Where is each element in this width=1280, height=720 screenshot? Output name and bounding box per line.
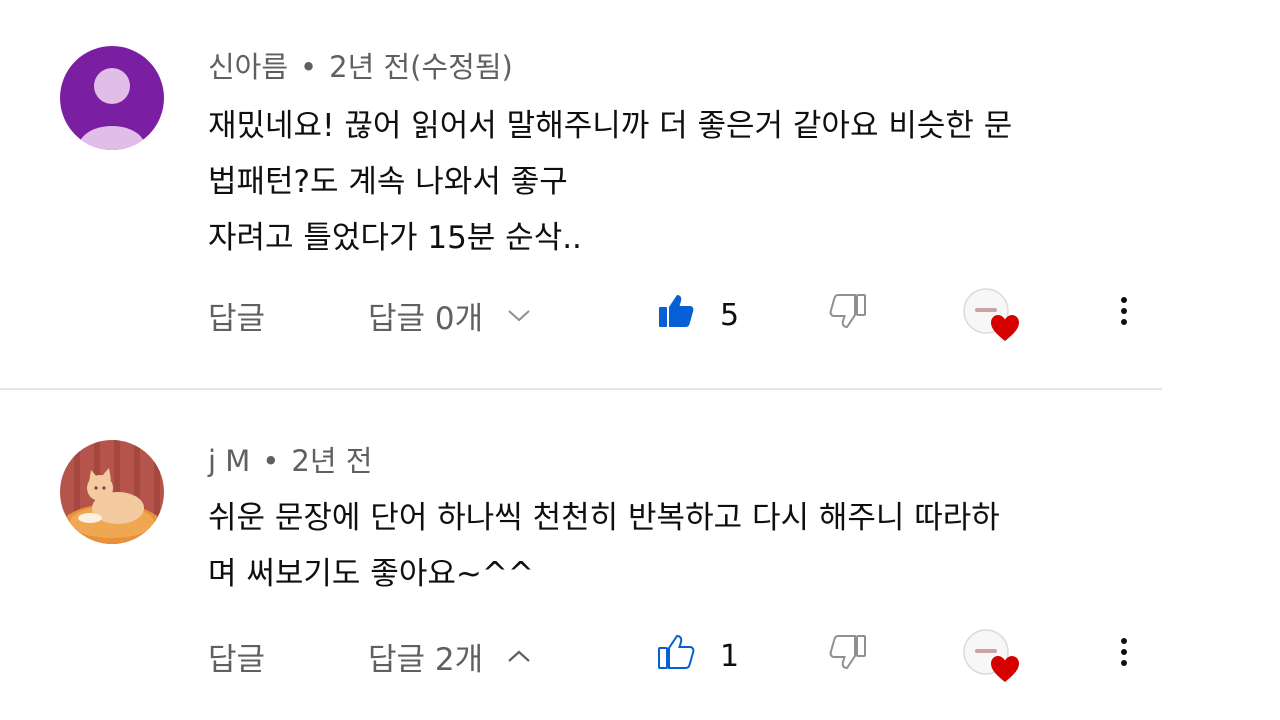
heart-icon bbox=[963, 629, 1019, 682]
more-actions-button[interactable] bbox=[1112, 285, 1136, 345]
cat-photo-icon bbox=[60, 440, 164, 544]
separator-dot: • bbox=[262, 444, 280, 478]
comment-line: 자려고 틀었다가 15분 순삭.. bbox=[208, 220, 582, 256]
comment-actions: 답글 답글 2개 1 bbox=[0, 626, 1280, 686]
divider bbox=[0, 388, 1162, 390]
creator-heart-badge bbox=[962, 626, 1024, 686]
more-vert-icon bbox=[1112, 632, 1136, 680]
more-actions-button[interactable] bbox=[1112, 626, 1136, 686]
view-replies-button[interactable]: 답글 0개 bbox=[368, 285, 533, 345]
replies-count-label: 답글 2개 bbox=[368, 641, 484, 678]
hide-replies-button[interactable]: 답글 2개 bbox=[368, 626, 533, 686]
chevron-down-icon bbox=[505, 301, 533, 329]
replies-count-label: 답글 0개 bbox=[368, 300, 484, 337]
comment-text: 쉬운 문장에 단어 하나씩 천천히 반복하고 다시 해주니 따라하 며 써보기도… bbox=[208, 490, 1168, 602]
chevron-up-icon bbox=[505, 642, 533, 670]
comment-text: 재밌네요! 끊어 읽어서 말해주니까 더 좋은거 같아요 비슷한 문 법패턴?도… bbox=[208, 98, 1168, 266]
thumbs-down-icon bbox=[828, 632, 868, 680]
author-name[interactable]: 신아름 bbox=[208, 50, 288, 84]
comment-line: 재밌네요! 끊어 읽어서 말해주니까 더 좋은거 같아요 비슷한 문 bbox=[208, 108, 1013, 144]
separator-dot: • bbox=[300, 50, 318, 84]
thumbs-up-icon bbox=[656, 632, 696, 680]
avatar[interactable] bbox=[60, 440, 164, 544]
heart-icon bbox=[963, 288, 1019, 341]
comment-thread: j M • 2년 전 쉬운 문장에 단어 하나씩 천천히 반복하고 다시 해주니 따… bbox=[0, 392, 1280, 720]
comment-time[interactable]: 2년 전(수정됨) bbox=[329, 50, 513, 84]
author-name[interactable]: j M bbox=[208, 444, 250, 478]
like-count: 1 bbox=[720, 638, 740, 674]
avatar[interactable] bbox=[60, 46, 164, 150]
more-vert-icon bbox=[1112, 291, 1136, 339]
like-button[interactable] bbox=[656, 285, 696, 345]
dislike-button[interactable] bbox=[828, 285, 868, 345]
reply-button[interactable]: 답글 bbox=[208, 285, 265, 345]
comment-header: j M • 2년 전 bbox=[208, 438, 372, 480]
like-count: 5 bbox=[720, 297, 740, 333]
comment-actions: 답글 답글 0개 5 bbox=[0, 285, 1280, 345]
comment-time[interactable]: 2년 전 bbox=[291, 444, 372, 478]
creator-heart-badge bbox=[962, 285, 1024, 345]
comment-line: 며 써보기도 좋아요~^^ bbox=[208, 556, 534, 592]
person-silhouette-icon bbox=[60, 46, 164, 150]
thumbs-up-filled-icon bbox=[656, 291, 696, 339]
reply-button[interactable]: 답글 bbox=[208, 626, 265, 686]
comment-header: 신아름 • 2년 전(수정됨) bbox=[208, 44, 513, 86]
comment-thread: 신아름 • 2년 전(수정됨) 재밌네요! 끊어 읽어서 말해주니까 더 좋은거 같… bbox=[0, 0, 1280, 390]
comment-line: 쉬운 문장에 단어 하나씩 천천히 반복하고 다시 해주니 따라하 bbox=[208, 500, 1000, 536]
comment-line: 법패턴?도 계속 나와서 좋구 bbox=[208, 164, 568, 200]
thumbs-down-icon bbox=[828, 291, 868, 339]
dislike-button[interactable] bbox=[828, 626, 868, 686]
like-button[interactable] bbox=[656, 626, 696, 686]
